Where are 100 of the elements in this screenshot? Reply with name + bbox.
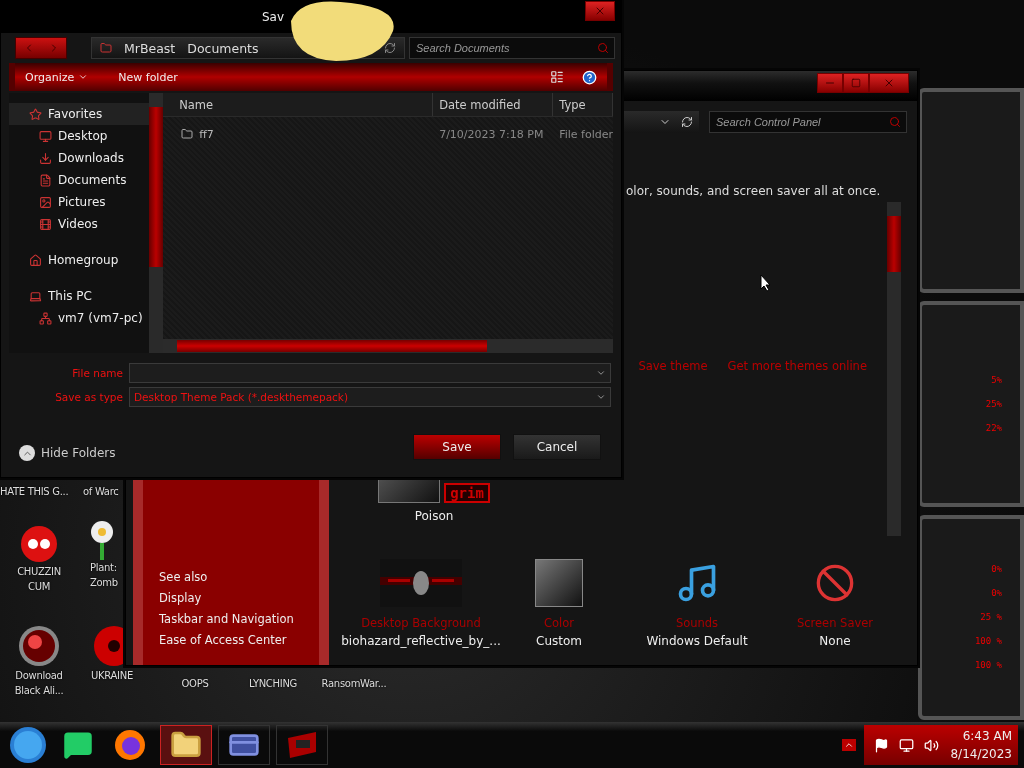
folder-icon — [181, 128, 194, 140]
nav-item[interactable]: Homegroup — [48, 253, 119, 267]
desktop-icon-label[interactable]: Zomb — [90, 575, 118, 590]
sidebar-heading: See also — [159, 570, 209, 584]
close-button[interactable] — [585, 1, 615, 21]
tray-expand-button[interactable] — [842, 739, 856, 751]
orb-icon — [17, 624, 61, 668]
sidebar-link[interactable]: Ease of Access Center — [159, 633, 319, 647]
column-header[interactable]: Type — [553, 93, 613, 116]
search-icon[interactable] — [889, 116, 901, 128]
file-type-dropdown[interactable]: Desktop Theme Pack (*.deskthemepack) — [129, 387, 611, 407]
save-button[interactable]: Save — [413, 434, 501, 460]
view-icon[interactable] — [550, 70, 564, 84]
window-title: Sav — [262, 10, 285, 24]
desktop-icon-label[interactable]: Black Ali... — [14, 683, 64, 698]
scrollbar[interactable] — [163, 339, 613, 353]
gadget-reading: 22% — [985, 423, 1002, 433]
nav-item[interactable]: Desktop — [58, 129, 108, 143]
gadget-reading: 25% — [985, 399, 1002, 409]
gadget-reading: 100 % — [974, 660, 1002, 671]
clock-date[interactable]: 8/14/2023 — [950, 745, 1012, 763]
theme-name[interactable]: Poison — [414, 509, 454, 523]
taskbar-button[interactable] — [160, 725, 212, 765]
desktop-icon-label[interactable]: LYNCHING — [248, 676, 298, 691]
toolbar-button[interactable]: New folder — [118, 70, 178, 84]
sidebar-link[interactable]: Taskbar and Navigation — [159, 612, 319, 626]
setting-value: None — [819, 634, 851, 648]
nav-item[interactable]: Downloads — [58, 151, 124, 165]
volume-icon[interactable] — [924, 737, 939, 753]
scrollbar[interactable] — [149, 93, 164, 353]
pc-icon — [29, 289, 42, 303]
desktop-icon-label[interactable]: CUM — [28, 579, 50, 594]
cursor-icon — [760, 274, 772, 292]
search-field[interactable]: Search Documents — [409, 37, 615, 59]
gadget-reading: 5% — [991, 375, 1002, 385]
maximize-button[interactable] — [843, 73, 869, 93]
field-label: File name — [71, 367, 124, 379]
refresh-icon[interactable] — [681, 116, 693, 128]
scrollbar[interactable] — [887, 202, 901, 536]
taskbar-button[interactable] — [218, 725, 270, 765]
picture-icon — [39, 195, 52, 209]
desktop-icon-label[interactable]: Plant: — [90, 560, 117, 575]
desktop-icon-label[interactable]: RansomWar... — [321, 676, 387, 691]
field-label: Save as type — [54, 391, 124, 403]
nav-item[interactable]: Documents — [58, 173, 127, 187]
help-icon[interactable] — [582, 69, 597, 85]
desktop-icon — [39, 129, 52, 143]
clock-time[interactable]: 6:43 AM — [962, 727, 1012, 745]
chevron-up-icon — [844, 740, 854, 750]
search-field[interactable]: Search Control Panel — [709, 111, 907, 133]
column-header[interactable]: Date modified — [433, 93, 554, 116]
no-sign-icon — [815, 563, 855, 603]
setting-value: biohazard_reflective_by_... — [341, 634, 501, 648]
file-name-field[interactable] — [129, 363, 611, 383]
caret-icon[interactable] — [596, 392, 606, 402]
collapse-icon — [19, 445, 35, 461]
column-header[interactable]: Name — [163, 93, 434, 116]
home-icon — [29, 253, 42, 267]
refresh-icon[interactable] — [384, 42, 396, 54]
video-icon — [39, 217, 52, 231]
search-icon[interactable] — [597, 42, 609, 54]
breadcrumb-item[interactable]: Documents — [187, 40, 259, 56]
chat-icon[interactable] — [63, 730, 93, 760]
cancel-button[interactable]: Cancel — [513, 434, 601, 460]
toolbar-button[interactable]: Organize — [25, 70, 89, 84]
nav-item[interactable]: vm7 (vm7-pc) — [58, 311, 143, 325]
sidebar-link[interactable]: Display — [159, 591, 319, 605]
close-button[interactable] — [869, 73, 909, 93]
close-icon — [594, 5, 606, 17]
gadget-reading: 0% — [991, 588, 1002, 599]
setting-value: Custom — [536, 634, 582, 648]
document-icon — [39, 173, 52, 187]
close-icon — [883, 77, 895, 89]
setting-value: Windows Default — [646, 634, 748, 648]
caret-icon[interactable] — [596, 368, 606, 378]
nav-item[interactable]: Pictures — [58, 195, 106, 209]
download-icon — [39, 151, 52, 165]
gadget-reading: 0% — [991, 564, 1002, 575]
table-cell-text: 7/10/2023 7:18 PM — [438, 127, 545, 141]
desktop-icon-label[interactable]: CHUZZIN — [17, 564, 61, 579]
description-text: olor, sounds, and screen saver all at once. — [626, 184, 882, 198]
flag-icon[interactable] — [874, 737, 889, 753]
theme-logo: grim — [444, 483, 490, 503]
browser-icon[interactable] — [114, 729, 146, 761]
folder-icon — [100, 42, 112, 54]
breadcrumb-item[interactable]: MrBeast — [124, 40, 176, 56]
color-swatch — [535, 559, 583, 607]
caret-icon — [78, 72, 89, 82]
nav-item[interactable]: Videos — [58, 217, 98, 231]
desktop-icon-label[interactable]: OOPS — [181, 676, 209, 691]
desktop-icon-label[interactable]: UKRAINE — [91, 668, 133, 683]
nav-item[interactable]: This PC — [48, 289, 92, 303]
star-icon — [29, 107, 42, 121]
desktop-icon-label[interactable]: of Warc — [83, 484, 119, 499]
minimize-button[interactable] — [817, 73, 843, 93]
desktop-icon-label[interactable]: Download — [15, 668, 63, 683]
file-name[interactable]: ff7 — [199, 127, 214, 141]
desktop-icon-label[interactable]: HATE THIS G... — [0, 484, 69, 499]
gadget-reading: 25 % — [980, 612, 1002, 623]
hide-folders-button[interactable]: Hide Folders — [19, 445, 116, 461]
